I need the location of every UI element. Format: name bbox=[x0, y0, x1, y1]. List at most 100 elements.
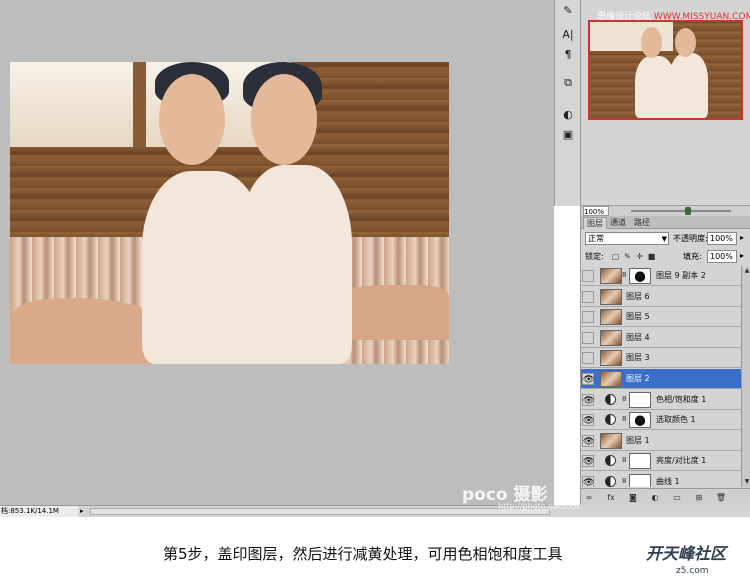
color-icon[interactable]: ◐ bbox=[558, 106, 578, 124]
link-layers-icon[interactable]: ∞ bbox=[583, 492, 595, 503]
layer-row[interactable]: 👁 8 选取颜色 1 bbox=[581, 410, 741, 430]
adjustment-layer-icon bbox=[605, 455, 616, 466]
chain-link-icon[interactable]: 8 bbox=[622, 395, 626, 403]
eye-icon[interactable] bbox=[582, 332, 594, 344]
eye-icon[interactable]: 👁 bbox=[582, 455, 594, 467]
brand-url: z5.com bbox=[676, 566, 709, 576]
chain-link-icon[interactable]: 8 bbox=[622, 456, 626, 464]
chain-link-icon[interactable]: 8 bbox=[622, 415, 626, 423]
layer-name: 图层 5 bbox=[626, 312, 650, 321]
chevron-down-icon: ▼ bbox=[661, 235, 667, 243]
lock-label: 锁定: bbox=[585, 252, 604, 261]
layer-row[interactable]: 图层 3 bbox=[581, 348, 741, 368]
layer-name: 曲线 1 bbox=[656, 477, 680, 486]
watermark-top-text: 思缘设计论坛 bbox=[597, 12, 652, 22]
layer-mask-thumbnail[interactable] bbox=[629, 268, 651, 284]
adjustment-layer-icon[interactable]: ◐ bbox=[649, 492, 661, 503]
navigator-zoom-knob[interactable] bbox=[685, 207, 691, 215]
layers-panel: 图层 通道 路径 正常 ▼ 不透明度: 100% ▸ 锁定: ▢ ✎ ✛ ■ 填… bbox=[580, 216, 750, 505]
layer-name: 亮度/对比度 1 bbox=[656, 456, 707, 465]
eye-icon[interactable] bbox=[582, 291, 594, 303]
layer-name: 图层 2 bbox=[626, 374, 650, 383]
layer-thumbnail[interactable] bbox=[600, 268, 622, 284]
layer-row[interactable]: 👁 8 亮度/对比度 1 bbox=[581, 451, 741, 471]
eye-icon[interactable] bbox=[582, 352, 594, 364]
new-layer-icon[interactable]: ⊞ bbox=[693, 492, 705, 503]
tab-layers[interactable]: 图层 bbox=[583, 217, 607, 229]
nav-thumb-head-right bbox=[674, 27, 696, 57]
layer-thumbnail[interactable] bbox=[600, 371, 622, 387]
navigator-zoom-slider[interactable] bbox=[631, 210, 731, 212]
layer-mask-thumbnail[interactable] bbox=[629, 453, 651, 469]
nav-thumb-person-right bbox=[668, 52, 708, 118]
eye-icon[interactable]: 👁 bbox=[582, 394, 594, 406]
layer-style-icon[interactable]: fx bbox=[605, 492, 617, 503]
lock-all-icon[interactable]: ■ bbox=[647, 252, 656, 261]
poco-url: http://photo.poco.cn bbox=[498, 502, 580, 511]
layer-thumbnail[interactable] bbox=[600, 330, 622, 346]
layer-row[interactable]: 8 图层 9 副本 2 bbox=[581, 266, 741, 286]
fill-input[interactable]: 100% bbox=[707, 250, 737, 263]
character-icon[interactable]: A| bbox=[558, 26, 578, 44]
delete-layer-icon[interactable]: 🗑 bbox=[715, 492, 727, 503]
status-doc-size[interactable]: 档:853.1K/14.1M bbox=[0, 506, 78, 517]
navigator-zoom-input[interactable]: 100% bbox=[583, 206, 609, 216]
history-icon[interactable]: ⧉ bbox=[558, 74, 578, 92]
layers-scrollbar[interactable]: ▲ ▼ bbox=[741, 266, 750, 487]
blend-mode-value: 正常 bbox=[588, 234, 604, 243]
canvas-area[interactable]: poco 摄影 bbox=[0, 0, 554, 505]
lock-transparent-icon[interactable]: ▢ bbox=[611, 252, 620, 261]
chain-link-icon[interactable]: 8 bbox=[622, 477, 626, 485]
layer-row[interactable]: 图层 6 bbox=[581, 287, 741, 307]
tab-channels[interactable]: 通道 bbox=[607, 217, 629, 229]
lock-move-icon[interactable]: ✛ bbox=[635, 252, 644, 261]
eye-icon[interactable]: 👁 bbox=[582, 373, 594, 385]
paragraph-icon[interactable]: ¶ bbox=[558, 46, 578, 64]
status-menu-arrow-icon[interactable]: ▸ bbox=[80, 506, 84, 517]
blend-mode-select[interactable]: 正常 ▼ bbox=[585, 232, 669, 245]
eye-icon[interactable]: 👁 bbox=[582, 435, 594, 447]
layers-footer: ∞ fx ◙ ◐ ▭ ⊞ 🗑 bbox=[581, 488, 750, 505]
opacity-slider-arrow-icon[interactable]: ▸ bbox=[740, 233, 744, 242]
layer-row[interactable]: 👁 图层 1 bbox=[581, 431, 741, 451]
navigator-thumbnail[interactable] bbox=[588, 20, 743, 120]
opacity-label: 不透明度: bbox=[673, 234, 708, 243]
new-group-icon[interactable]: ▭ bbox=[671, 492, 683, 503]
layers-list: 8 图层 9 副本 2 图层 6 图层 5 图层 4 图层 3 👁 图层 2 👁 8 色相/饱和度 … bbox=[581, 266, 741, 487]
add-mask-icon[interactable]: ◙ bbox=[627, 492, 639, 503]
scroll-up-icon[interactable]: ▲ bbox=[743, 267, 750, 275]
tab-paths[interactable]: 路径 bbox=[631, 217, 653, 229]
layer-mask-thumbnail[interactable] bbox=[629, 474, 651, 487]
layer-row[interactable]: 图层 4 bbox=[581, 328, 741, 348]
lock-brush-icon[interactable]: ✎ bbox=[623, 252, 632, 261]
blend-row: 正常 ▼ 不透明度: 100% ▸ bbox=[581, 231, 750, 247]
layer-thumbnail[interactable] bbox=[600, 350, 622, 366]
panel-bottom-strip bbox=[554, 505, 750, 517]
eye-icon[interactable]: 👁 bbox=[582, 414, 594, 426]
eye-icon[interactable] bbox=[582, 311, 594, 323]
navigator-panel: 100% bbox=[580, 0, 750, 216]
layer-thumbnail[interactable] bbox=[600, 289, 622, 305]
layer-row[interactable]: 👁 8 色相/饱和度 1 bbox=[581, 390, 741, 410]
layer-name: 选取颜色 1 bbox=[656, 415, 696, 424]
navigator-zoom-bar: 100% bbox=[581, 205, 750, 216]
chain-link-icon[interactable]: 8 bbox=[622, 271, 626, 279]
layer-row[interactable]: 👁 图层 2 bbox=[581, 369, 741, 389]
swatches-icon[interactable]: ▣ bbox=[558, 126, 578, 144]
document-image[interactable] bbox=[10, 62, 449, 364]
layer-row[interactable]: 👁 8 曲线 1 bbox=[581, 472, 741, 487]
opacity-input[interactable]: 100% bbox=[707, 232, 737, 245]
fill-slider-arrow-icon[interactable]: ▸ bbox=[740, 251, 744, 260]
eye-icon[interactable] bbox=[582, 270, 594, 282]
photo-head-left bbox=[159, 74, 226, 165]
eye-icon[interactable]: 👁 bbox=[582, 476, 594, 487]
layer-name: 图层 1 bbox=[626, 436, 650, 445]
layer-thumbnail[interactable] bbox=[600, 309, 622, 325]
brush-presets-icon[interactable]: ✎ bbox=[558, 2, 578, 20]
layer-row[interactable]: 图层 5 bbox=[581, 307, 741, 327]
layer-mask-thumbnail[interactable] bbox=[629, 412, 651, 428]
layer-mask-thumbnail[interactable] bbox=[629, 392, 651, 408]
horizontal-scrollbar[interactable] bbox=[90, 508, 550, 515]
scroll-down-icon[interactable]: ▼ bbox=[743, 478, 750, 486]
layer-thumbnail[interactable] bbox=[600, 433, 622, 449]
